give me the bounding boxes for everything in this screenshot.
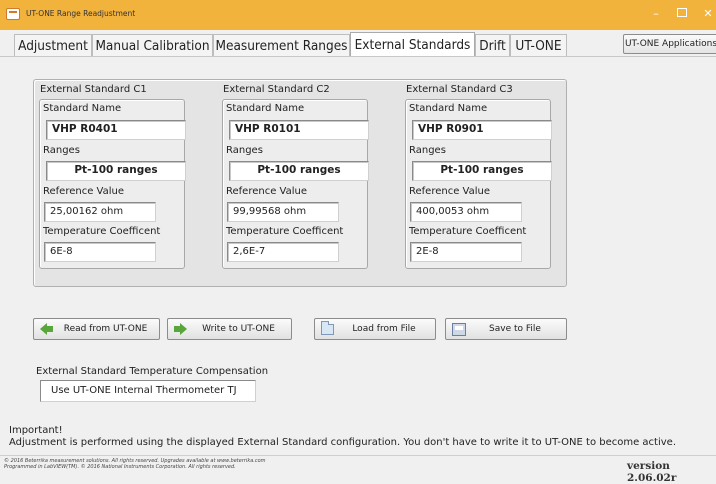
compensation-field[interactable]: Use UT-ONE Internal Thermometer TJ bbox=[40, 380, 256, 402]
copyright-text: © 2016 Beterrika measurement solutions. … bbox=[4, 458, 334, 470]
version-label: version 2.06.02r bbox=[627, 460, 677, 484]
button-label: Load from File bbox=[352, 324, 416, 334]
reference-value-field[interactable]: 99,99568 ohm bbox=[227, 202, 339, 222]
maximize-icon bbox=[677, 8, 687, 17]
important-text: Adjustment is performed using the displa… bbox=[9, 437, 677, 448]
standard-box: Standard Name VHP R0101 Ranges Pt-100 ra… bbox=[222, 99, 369, 269]
standard-title: External Standard C1 bbox=[40, 84, 147, 95]
read-from-ut-one-button[interactable]: Read from UT-ONE bbox=[33, 318, 160, 340]
write-to-ut-one-button[interactable]: Write to UT-ONE bbox=[167, 318, 292, 340]
tab-adjustment[interactable]: Adjustment bbox=[14, 34, 92, 57]
button-label: Read from UT-ONE bbox=[63, 324, 148, 334]
close-button[interactable]: ✕ bbox=[698, 7, 716, 21]
button-label: Save to File bbox=[489, 324, 541, 334]
button-label: Write to UT-ONE bbox=[202, 324, 275, 334]
ut-one-applications-button[interactable]: UT-ONE Applications bbox=[623, 34, 716, 54]
temperature-coefficient-label: Temperature Coefficent bbox=[409, 226, 527, 237]
ranges-field[interactable]: Pt-100 ranges bbox=[229, 161, 369, 181]
reference-value-label: Reference Value bbox=[226, 186, 307, 197]
copyright-line-2: Programmed in LabVIEW(TM). © 2016 Nation… bbox=[4, 464, 236, 470]
standard-title: External Standard C2 bbox=[223, 84, 330, 95]
standard-name-field[interactable]: VHP R0901 bbox=[412, 120, 552, 140]
standard-box: Standard Name VHP R0901 Ranges Pt-100 ra… bbox=[405, 99, 552, 269]
standard-name-field[interactable]: VHP R0401 bbox=[46, 120, 186, 140]
external-standard-c1: External Standard C1 Standard Name VHP R… bbox=[39, 83, 186, 269]
tab-external-standards[interactable]: External Standards bbox=[350, 32, 475, 57]
tab-ut-one[interactable]: UT-ONE bbox=[510, 34, 567, 57]
standard-name-label: Standard Name bbox=[226, 103, 305, 114]
standard-name-field[interactable]: VHP R0101 bbox=[229, 120, 369, 140]
ranges-field[interactable]: Pt-100 ranges bbox=[46, 161, 186, 181]
temperature-coefficient-label: Temperature Coefficent bbox=[43, 226, 161, 237]
tab-drift[interactable]: Drift bbox=[475, 34, 510, 57]
temperature-coefficient-label: Temperature Coefficent bbox=[226, 226, 344, 237]
reference-value-label: Reference Value bbox=[43, 186, 124, 197]
maximize-button[interactable] bbox=[672, 7, 692, 21]
temperature-coefficient-field[interactable]: 6E-8 bbox=[44, 242, 156, 262]
important-title: Important! bbox=[9, 425, 63, 436]
standard-name-label: Standard Name bbox=[409, 103, 488, 114]
tab-manual-calibration[interactable]: Manual Calibration bbox=[92, 34, 213, 57]
reference-value-label: Reference Value bbox=[409, 186, 490, 197]
temperature-coefficient-field[interactable]: 2E-8 bbox=[410, 242, 522, 262]
ranges-label: Ranges bbox=[409, 145, 446, 156]
tab-bar: Adjustment Manual Calibration Measuremen… bbox=[0, 30, 716, 57]
ranges-label: Ranges bbox=[43, 145, 80, 156]
standard-title: External Standard C3 bbox=[406, 84, 513, 95]
tab-divider bbox=[0, 56, 716, 57]
footer-divider bbox=[0, 455, 716, 456]
external-standard-c3: External Standard C3 Standard Name VHP R… bbox=[405, 83, 552, 269]
external-standard-c2: External Standard C2 Standard Name VHP R… bbox=[222, 83, 369, 269]
standard-name-label: Standard Name bbox=[43, 103, 122, 114]
temperature-coefficient-field[interactable]: 2,6E-7 bbox=[227, 242, 339, 262]
window-title: UT-ONE Range Readjustment bbox=[26, 9, 136, 18]
minimize-button[interactable]: – bbox=[646, 7, 666, 21]
compensation-label: External Standard Temperature Compensati… bbox=[36, 366, 269, 377]
external-standards-panel: External Standard C1 Standard Name VHP R… bbox=[33, 79, 567, 287]
ranges-field[interactable]: Pt-100 ranges bbox=[412, 161, 552, 181]
reference-value-field[interactable]: 25,00162 ohm bbox=[44, 202, 156, 222]
title-bar: UT-ONE Range Readjustment – ✕ bbox=[0, 0, 716, 30]
save-to-file-button[interactable]: Save to File bbox=[445, 318, 567, 340]
reference-value-field[interactable]: 400,0053 ohm bbox=[410, 202, 522, 222]
load-from-file-button[interactable]: Load from File bbox=[314, 318, 436, 340]
ranges-label: Ranges bbox=[226, 145, 263, 156]
tab-measurement-ranges[interactable]: Measurement Ranges bbox=[213, 34, 350, 57]
app-icon bbox=[6, 8, 20, 20]
standard-box: Standard Name VHP R0401 Ranges Pt-100 ra… bbox=[39, 99, 186, 269]
